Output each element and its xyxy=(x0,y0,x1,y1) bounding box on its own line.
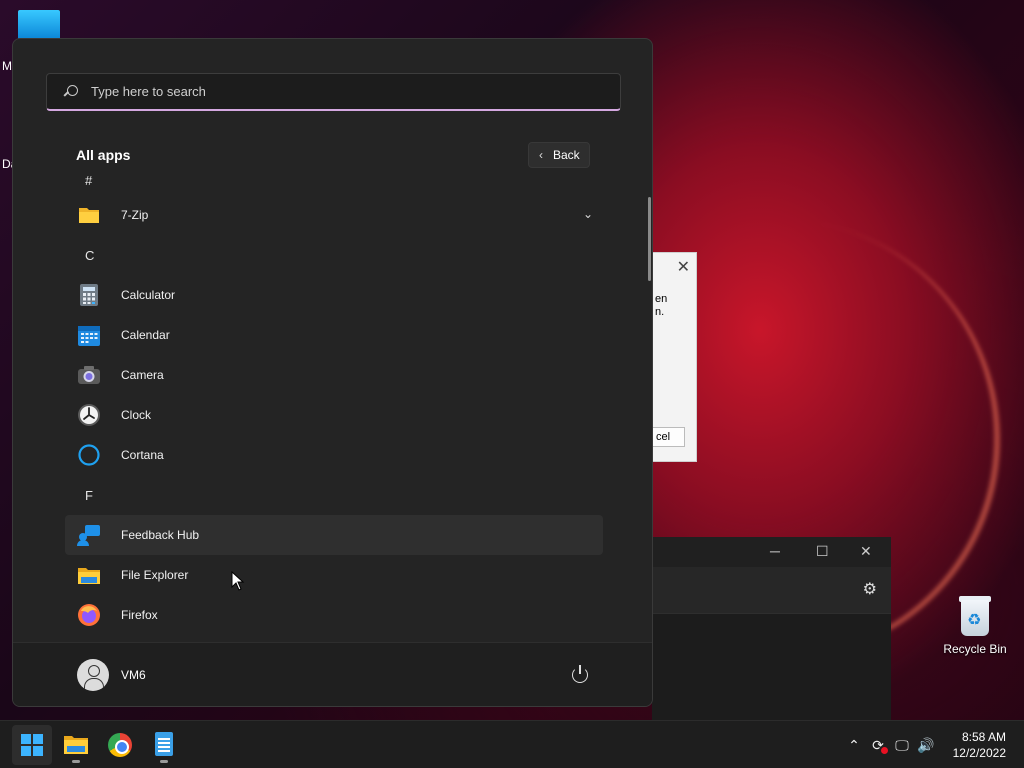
search-icon xyxy=(63,84,79,100)
start-footer: VM6 xyxy=(13,642,652,706)
desktop-app-icon[interactable] xyxy=(18,10,60,40)
all-apps-title: All apps xyxy=(76,147,131,163)
recycle-bin-label: Recycle Bin xyxy=(943,642,1007,656)
app-name: Calendar xyxy=(121,328,170,342)
camera-icon xyxy=(77,363,101,387)
feedback-hub-icon xyxy=(77,523,101,547)
sync-icon[interactable]: ⟳ xyxy=(866,733,890,757)
system-tray: ⌃ ⟳ 🖵 🔊 xyxy=(842,721,938,768)
taskbar-chrome[interactable] xyxy=(100,725,140,765)
section-letter-f[interactable]: F xyxy=(65,475,603,515)
app-name: Clock xyxy=(121,408,152,422)
user-name[interactable]: VM6 xyxy=(121,668,146,682)
desktop-icon-label: M xyxy=(2,59,12,73)
user-avatar[interactable] xyxy=(77,659,109,691)
windows-logo-icon xyxy=(21,734,43,756)
file-explorer-icon xyxy=(77,563,101,587)
app-name: Calculator xyxy=(121,288,176,302)
volume-icon[interactable]: 🔊 xyxy=(914,733,938,757)
app-item-calendar[interactable]: Calendar xyxy=(65,315,603,355)
dialog-cancel-button[interactable]: cel xyxy=(653,427,685,447)
background-window[interactable]: ─ ☐ ✕ ⚙ xyxy=(652,537,891,720)
taskbar-file-explorer[interactable] xyxy=(56,725,96,765)
window-titlebar: ─ ☐ ✕ xyxy=(652,537,891,567)
app-item-firefox[interactable]: Firefox xyxy=(65,595,603,635)
minimize-icon[interactable]: ─ xyxy=(770,543,780,559)
back-button[interactable]: ‹ Back xyxy=(528,142,590,168)
power-icon[interactable] xyxy=(571,665,589,683)
app-list-scrollbar[interactable] xyxy=(648,197,651,281)
background-dialog[interactable]: ✕ en n. cel xyxy=(652,252,697,462)
network-icon[interactable]: 🖵 xyxy=(890,733,914,757)
window-toolbar: ⚙ xyxy=(652,567,891,613)
app-name: Feedback Hub xyxy=(121,528,200,542)
calculator-icon xyxy=(77,283,101,307)
app-item-feedback-hub[interactable]: Feedback Hub xyxy=(65,515,603,555)
back-button-label: Back xyxy=(553,148,580,162)
section-letter-c[interactable]: C xyxy=(65,235,603,275)
notepad-icon xyxy=(155,732,173,756)
start-menu: All apps ‹ Back # 7-Zip ⌄ C Calculator C… xyxy=(12,38,653,707)
app-name: Firefox xyxy=(121,608,158,622)
app-item-7zip[interactable]: 7-Zip ⌄ xyxy=(65,195,603,235)
app-list[interactable]: # 7-Zip ⌄ C Calculator Calendar Camera C… xyxy=(65,171,603,641)
calendar-icon xyxy=(77,323,101,347)
recycle-bin-icon: ♻ xyxy=(957,594,993,636)
folder-icon xyxy=(77,203,101,227)
clock-icon xyxy=(77,403,101,427)
window-body xyxy=(652,613,891,720)
search-input[interactable] xyxy=(91,84,591,99)
chrome-icon xyxy=(108,733,132,757)
maximize-icon[interactable]: ☐ xyxy=(816,543,829,560)
app-name: Cortana xyxy=(121,448,164,462)
app-item-file-explorer[interactable]: File Explorer xyxy=(65,555,603,595)
app-name: Camera xyxy=(121,368,164,382)
app-item-calculator[interactable]: Calculator xyxy=(65,275,603,315)
app-item-camera[interactable]: Camera xyxy=(65,355,603,395)
app-item-cortana[interactable]: Cortana xyxy=(65,435,603,475)
app-name: 7-Zip xyxy=(121,208,149,222)
taskbar-clock[interactable]: 8:58 AM 12/2/2022 xyxy=(940,729,1006,761)
search-box[interactable] xyxy=(46,73,621,111)
section-letter-hash[interactable]: # xyxy=(65,173,603,188)
close-icon[interactable]: ✕ xyxy=(860,543,872,560)
chevron-left-icon: ‹ xyxy=(539,148,543,162)
dialog-close-icon[interactable]: ✕ xyxy=(677,257,690,277)
taskbar: ⌃ ⟳ 🖵 🔊 8:58 AM 12/2/2022 xyxy=(0,720,1024,768)
recycle-bin[interactable]: ♻ Recycle Bin xyxy=(940,594,1010,656)
clock-date: 12/2/2022 xyxy=(952,746,1006,760)
gear-icon[interactable]: ⚙ xyxy=(863,579,877,599)
cortana-icon xyxy=(77,443,101,467)
start-button[interactable] xyxy=(12,725,52,765)
chevron-down-icon[interactable]: ⌄ xyxy=(583,207,593,221)
chevron-up-icon[interactable]: ⌃ xyxy=(842,733,866,757)
firefox-icon xyxy=(77,603,101,627)
taskbar-notepad[interactable] xyxy=(144,725,184,765)
file-explorer-icon xyxy=(64,736,88,754)
app-name: File Explorer xyxy=(121,568,189,582)
app-item-clock[interactable]: Clock xyxy=(65,395,603,435)
running-indicator xyxy=(72,760,80,763)
clock-time: 8:58 AM xyxy=(961,730,1006,744)
dialog-text: en n. xyxy=(655,293,668,318)
running-indicator xyxy=(160,760,168,763)
